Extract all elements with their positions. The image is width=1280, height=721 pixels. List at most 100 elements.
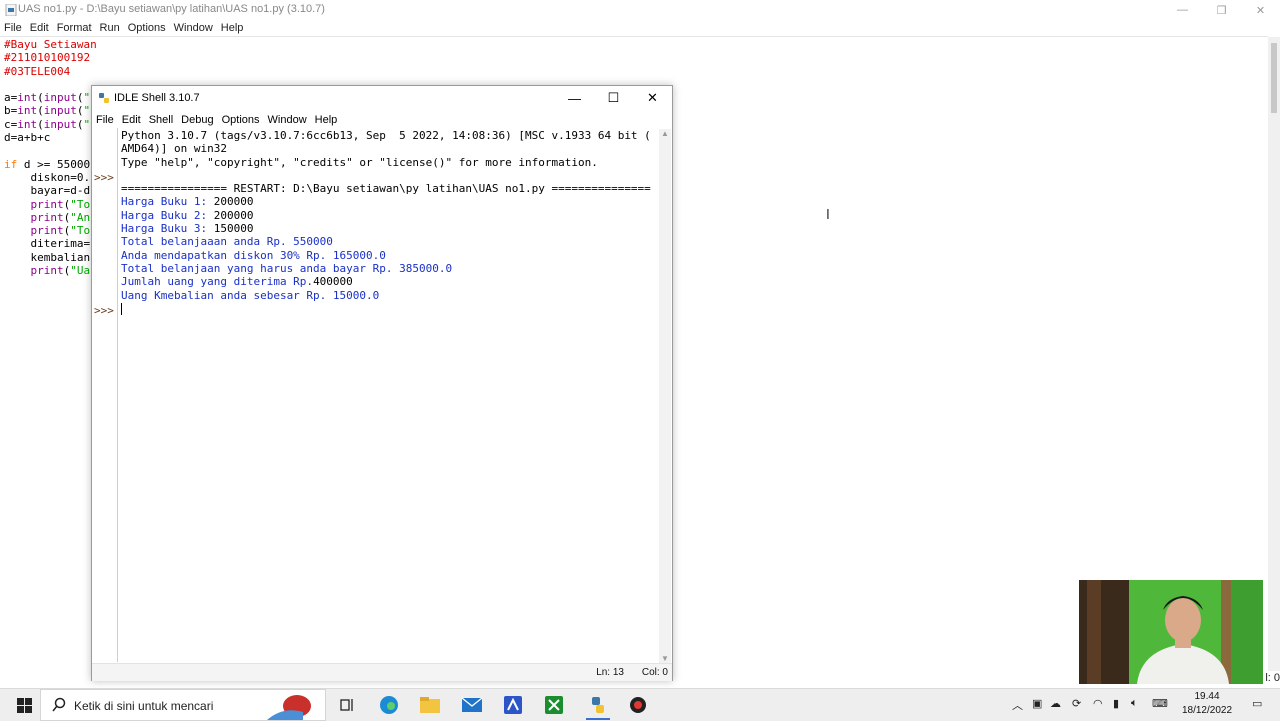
shell-restart-line: ================ RESTART: D:\Bayu setiaw… bbox=[121, 182, 651, 196]
shell-line: Harga Buku 2: 200000 bbox=[121, 208, 254, 222]
shell-line: AMD64)] on win32 bbox=[121, 142, 227, 156]
tray-sync-icon[interactable]: ⟳ bbox=[1072, 697, 1081, 710]
shell-menu-bar: File Edit Shell Debug Options Window Hel… bbox=[92, 112, 341, 128]
text-cursor-ibeam-icon: I bbox=[826, 208, 830, 223]
windows-start-icon[interactable] bbox=[8, 695, 40, 717]
menu-edit[interactable]: Edit bbox=[26, 20, 53, 36]
python-file-icon bbox=[5, 4, 17, 16]
task-view-icon bbox=[340, 699, 353, 711]
prompt-gutter-divider bbox=[117, 128, 118, 662]
minimize-icon: — bbox=[568, 90, 581, 106]
shell-menu-edit[interactable]: Edit bbox=[118, 112, 145, 128]
close-button[interactable]: ✕ bbox=[1241, 0, 1280, 20]
record-icon bbox=[630, 697, 646, 713]
shell-menu-shell[interactable]: Shell bbox=[145, 112, 177, 128]
code-line: a=int(input(" bbox=[4, 91, 91, 105]
webcam-overlay bbox=[1079, 580, 1263, 684]
menu-help[interactable]: Help bbox=[217, 20, 248, 36]
tray-app-icon[interactable]: ▣ bbox=[1032, 697, 1042, 710]
taskbar-file-explorer[interactable] bbox=[416, 693, 444, 717]
code-line: print("Ua bbox=[30, 264, 91, 278]
taskbar: Ketik di sini untuk mencari ︿ ▣ ☁ ⟳ ◠ ▮ … bbox=[0, 688, 1280, 721]
scroll-down-icon[interactable]: ▼ bbox=[661, 654, 669, 663]
keyboard-icon[interactable]: ⌨ bbox=[1152, 697, 1168, 710]
battery-icon[interactable]: ▮ bbox=[1113, 697, 1119, 710]
taskbar-recorder[interactable] bbox=[624, 693, 652, 717]
code-line: d=a+b+c bbox=[4, 131, 51, 145]
shell-line: Anda mendapatkan diskon 30% Rp. 165000.0 bbox=[121, 248, 386, 262]
idle-shell-window: IDLE Shell 3.10.7 — ☐ ✕ File Edit Shell … bbox=[91, 85, 673, 681]
prompt: >>> bbox=[94, 171, 114, 184]
prompt-gutter: >>> >>> bbox=[94, 171, 114, 317]
taskbar-edge[interactable] bbox=[375, 693, 403, 717]
menu-window[interactable]: Window bbox=[170, 20, 217, 36]
shell-minimize-button[interactable]: — bbox=[555, 86, 594, 110]
onedrive-icon[interactable]: ☁ bbox=[1050, 697, 1061, 710]
code-line: #Bayu Setiawan bbox=[4, 38, 97, 51]
scroll-up-icon[interactable]: ▲ bbox=[661, 129, 669, 138]
taskbar-mail[interactable] bbox=[458, 693, 486, 717]
menu-run[interactable]: Run bbox=[96, 20, 124, 36]
shell-menu-options[interactable]: Options bbox=[218, 112, 264, 128]
code-line: print("To bbox=[30, 224, 91, 238]
shell-title: IDLE Shell 3.10.7 bbox=[114, 92, 200, 104]
shell-close-button[interactable]: ✕ bbox=[633, 86, 672, 110]
wifi-icon[interactable]: ◠ bbox=[1093, 697, 1103, 710]
taskbar-python-idle[interactable] bbox=[584, 693, 612, 720]
task-view-button[interactable] bbox=[333, 693, 361, 717]
editor-title-bar[interactable]: UAS no1.py - D:\Bayu setiawan\py latihan… bbox=[0, 0, 1280, 20]
shell-line: Jumlah uang yang diterima Rp.400000 bbox=[121, 275, 353, 289]
edge-icon bbox=[380, 696, 398, 714]
shell-maximize-button[interactable]: ☐ bbox=[594, 86, 633, 110]
taskbar-app-blue[interactable] bbox=[499, 693, 527, 717]
shell-menu-help[interactable]: Help bbox=[311, 112, 342, 128]
code-line: #03TELE004 bbox=[4, 64, 71, 78]
code-line: b=int(input(" bbox=[4, 104, 91, 118]
shell-scrollbar[interactable]: ▲ ▼ bbox=[659, 129, 671, 663]
mail-icon bbox=[461, 697, 483, 712]
shell-menu-window[interactable]: Window bbox=[264, 112, 311, 128]
code-line: print("An bbox=[30, 210, 91, 224]
notification-icon[interactable]: ▭ bbox=[1252, 697, 1262, 710]
editor-status-col: l: 0 bbox=[1265, 672, 1280, 684]
code-line: diterima= bbox=[4, 237, 91, 251]
shell-menu-file[interactable]: File bbox=[92, 112, 118, 128]
search-icon bbox=[52, 697, 66, 712]
close-icon: ✕ bbox=[1255, 4, 1266, 17]
python-icon bbox=[592, 697, 604, 713]
editor-menu-bar: File Edit Format Run Options Window Help bbox=[0, 20, 247, 36]
clock-date: 18/12/2022 bbox=[1181, 705, 1233, 716]
shell-output[interactable]: Python 3.10.7 (tags/v3.10.7:6cc6b13, Sep… bbox=[121, 129, 656, 302]
code-line: if d >= 55000 bbox=[4, 157, 91, 171]
text-cursor bbox=[121, 303, 122, 315]
shell-title-bar[interactable]: IDLE Shell 3.10.7 — ☐ ✕ bbox=[92, 86, 672, 110]
taskbar-search-box[interactable]: Ketik di sini untuk mencari bbox=[40, 689, 326, 721]
menu-divider bbox=[0, 36, 1268, 37]
xbox-icon bbox=[545, 696, 563, 714]
show-hidden-icons-icon[interactable]: ︿ bbox=[1012, 697, 1023, 713]
scrollbar-thumb[interactable] bbox=[1271, 43, 1277, 113]
shell-line: Python 3.10.7 (tags/v3.10.7:6cc6b13, Sep… bbox=[121, 129, 651, 142]
restore-button[interactable]: ❐ bbox=[1202, 0, 1241, 20]
menu-options[interactable]: Options bbox=[124, 20, 170, 36]
taskbar-clock[interactable]: 19.44 18/12/2022 bbox=[1172, 690, 1242, 718]
menu-file[interactable]: File bbox=[0, 20, 26, 36]
shell-line: Harga Buku 1: 200000 bbox=[121, 195, 254, 209]
code-line: kembalian bbox=[4, 250, 91, 264]
shell-menu-debug[interactable]: Debug bbox=[177, 112, 217, 128]
editor-scrollbar[interactable] bbox=[1268, 37, 1280, 671]
editor-title: UAS no1.py - D:\Bayu setiawan\py latihan… bbox=[18, 3, 325, 15]
shell-line: Type "help", "copyright", "credits" or "… bbox=[121, 155, 598, 169]
folder-icon bbox=[420, 697, 440, 713]
search-highlight-icon bbox=[267, 695, 311, 720]
code-line: bayar=d-d bbox=[4, 184, 91, 198]
code-line: print("To bbox=[30, 197, 91, 211]
volume-icon[interactable]: 🔈︎ bbox=[1131, 697, 1138, 710]
taskbar-xbox[interactable] bbox=[540, 693, 568, 717]
menu-format[interactable]: Format bbox=[53, 20, 96, 36]
minimize-button[interactable]: — bbox=[1163, 0, 1202, 20]
code-editor[interactable]: #Bayu Setiawan #211010100192 #03TELE004 a=… bbox=[4, 38, 97, 277]
python-icon bbox=[99, 93, 109, 103]
